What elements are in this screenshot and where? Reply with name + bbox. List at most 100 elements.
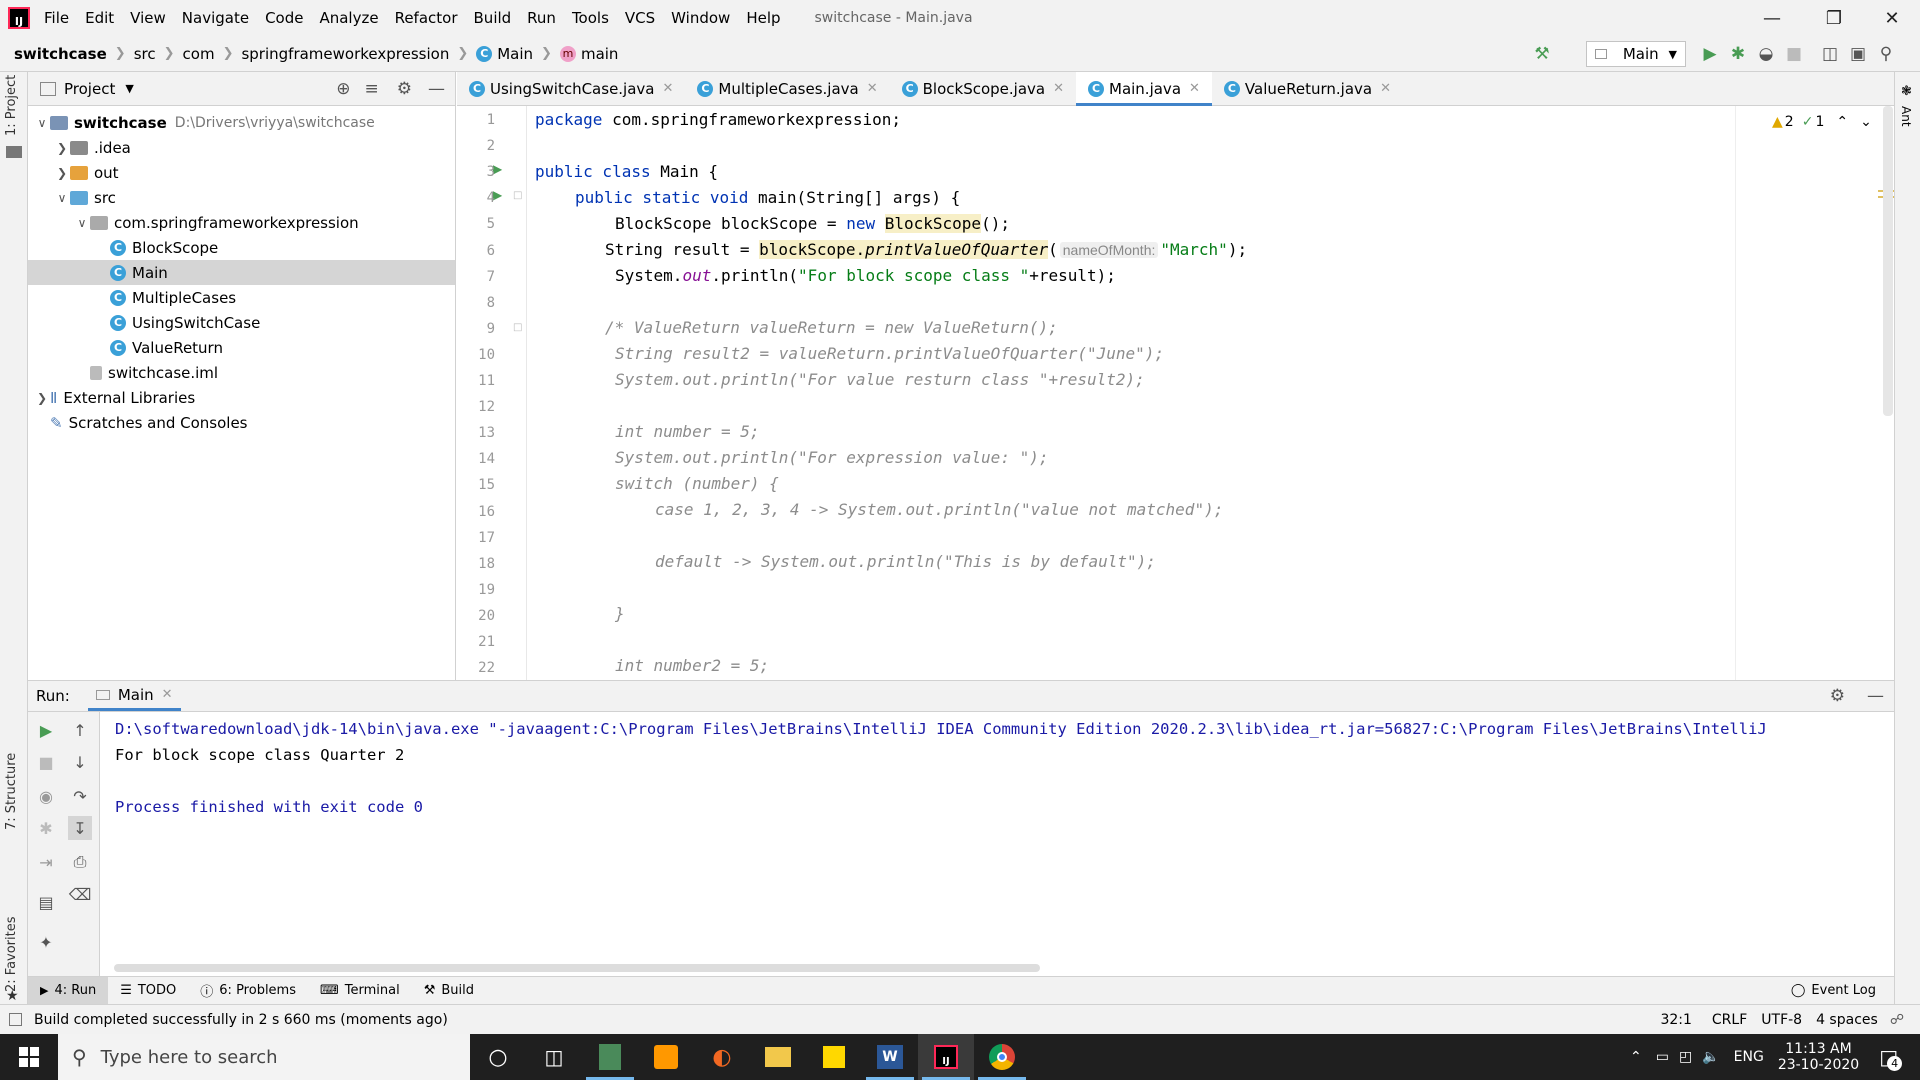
close-window-button[interactable]: ✕: [1864, 0, 1920, 36]
tree-item[interactable]: ❯ Ⅱ External Libraries: [28, 385, 455, 410]
gear-icon[interactable]: ⚙: [1830, 686, 1845, 706]
editor-tab[interactable]: C UsingSwitchCase.java ✕: [457, 72, 685, 105]
todo-tool-tab[interactable]: ☰ TODO: [108, 977, 188, 1005]
locate-icon[interactable]: ⊕: [336, 79, 350, 99]
close-icon[interactable]: ✕: [1380, 81, 1391, 96]
hide-panel-icon[interactable]: —: [1867, 686, 1884, 706]
editor-scrollbar[interactable]: [1883, 106, 1893, 416]
tree-item[interactable]: switchcase.iml: [28, 360, 455, 385]
debug-icon[interactable]: ✱: [34, 816, 58, 840]
console-horizontal-scrollbar[interactable]: [114, 964, 1040, 972]
console-output[interactable]: D:\softwaredownload\jdk-14\bin\java.exe …: [100, 712, 1894, 976]
chrome-app-icon[interactable]: [974, 1034, 1030, 1080]
ant-tool-button[interactable]: Ant: [1899, 106, 1913, 127]
search-icon[interactable]: ⚲: [1872, 40, 1900, 68]
menu-tools[interactable]: Tools: [572, 9, 609, 27]
close-icon[interactable]: ✕: [867, 81, 878, 96]
tree-item[interactable]: C MultipleCases: [28, 285, 455, 310]
menu-edit[interactable]: Edit: [85, 9, 114, 27]
gear-icon[interactable]: ⚙: [397, 79, 412, 99]
menu-refactor[interactable]: Refactor: [395, 9, 458, 27]
editor-tab[interactable]: C MultipleCases.java ✕: [685, 72, 889, 105]
close-icon[interactable]: ✕: [1189, 81, 1200, 96]
terminal-tool-tab[interactable]: ⌨ Terminal: [308, 977, 412, 1005]
sublime-app-icon[interactable]: [638, 1034, 694, 1080]
project-tool-button[interactable]: 1: Project: [4, 75, 19, 136]
windows-start-icon[interactable]: [0, 1034, 58, 1080]
close-icon[interactable]: ✕: [162, 687, 173, 702]
build-hammer-icon[interactable]: ⚒: [1528, 40, 1556, 68]
breadcrumb-package[interactable]: springframeworkexpression: [241, 45, 449, 63]
tree-item[interactable]: ∨ switchcase D:\Drivers\vriyya\switchcase: [28, 110, 455, 135]
chevron-down-icon[interactable]: ∨: [54, 191, 70, 205]
arrow-up-icon[interactable]: ↑: [68, 718, 92, 742]
run-tab-main[interactable]: Main ✕: [87, 681, 181, 711]
menu-file[interactable]: File: [44, 9, 69, 27]
word-app-icon[interactable]: W: [862, 1034, 918, 1080]
minimize-button[interactable]: —: [1744, 0, 1800, 36]
run-tool-tab[interactable]: ▶ 4: Run: [28, 976, 109, 1005]
task-view-icon[interactable]: ◫: [526, 1034, 582, 1080]
tree-item[interactable]: C UsingSwitchCase: [28, 310, 455, 335]
tree-item[interactable]: ∨ src: [28, 185, 455, 210]
arrow-down-icon[interactable]: ↓: [68, 750, 92, 774]
stop-icon[interactable]: ■: [34, 750, 58, 774]
coverage-icon[interactable]: ◒: [1752, 40, 1780, 68]
stop-icon[interactable]: ■: [1780, 40, 1808, 68]
favorites-tool-button[interactable]: 2: Favorites: [4, 916, 19, 992]
fold-icon[interactable]: □: [513, 322, 522, 333]
breadcrumb-src[interactable]: src: [134, 45, 156, 63]
tree-item[interactable]: C ValueReturn: [28, 335, 455, 360]
input-language[interactable]: ENG: [1734, 1049, 1764, 1065]
print-icon[interactable]: ⎙: [68, 850, 92, 874]
rerun-icon[interactable]: ▶: [34, 718, 58, 742]
file-explorer-app-icon[interactable]: [750, 1034, 806, 1080]
project-panel-title[interactable]: Project: [64, 80, 115, 98]
login-icon[interactable]: ⇥: [34, 850, 58, 874]
lock-icon[interactable]: ☍: [1890, 1012, 1904, 1028]
search-everywhere-frame-icon[interactable]: ▣: [1844, 40, 1872, 68]
menu-help[interactable]: Help: [746, 9, 780, 27]
menu-view[interactable]: View: [130, 9, 166, 27]
status-message[interactable]: Build completed successfully in 2 s 660 …: [34, 1012, 448, 1028]
event-log-tool-tab[interactable]: ◯ Event Log: [1779, 977, 1888, 1005]
menu-navigate[interactable]: Navigate: [182, 9, 249, 27]
status-toggle-icon[interactable]: [9, 1013, 22, 1026]
chevron-down-icon[interactable]: ▼: [125, 82, 133, 95]
problems-tool-tab[interactable]: ⓘ 6: Problems: [188, 977, 308, 1005]
volume-icon[interactable]: 🔈: [1702, 1049, 1719, 1065]
close-icon[interactable]: ✕: [1053, 81, 1064, 96]
tree-item[interactable]: C Main: [28, 260, 455, 285]
tree-item[interactable]: ❯ .idea: [28, 135, 455, 160]
chevron-down-icon[interactable]: ∨: [34, 116, 50, 130]
menu-window[interactable]: Window: [671, 9, 730, 27]
chevron-up-icon[interactable]: ⌃: [1836, 114, 1848, 130]
taskbar-search-input[interactable]: ⚲ Type here to search: [58, 1034, 470, 1080]
breadcrumb-method[interactable]: m main: [559, 45, 618, 63]
calculator-app-icon[interactable]: [582, 1034, 638, 1080]
chevron-right-icon[interactable]: ❯: [54, 166, 70, 180]
trash-icon[interactable]: ⌫: [68, 882, 92, 906]
line-separator[interactable]: CRLF: [1712, 1012, 1747, 1028]
run-icon[interactable]: ▶: [1696, 40, 1724, 68]
notification-center-icon[interactable]: □4: [1879, 1045, 1903, 1071]
inspections-widget[interactable]: ▲ 2 ✓ 1 ⌃ ⌄: [1772, 114, 1872, 130]
chevron-right-icon[interactable]: ❯: [34, 391, 50, 405]
breadcrumb-project[interactable]: switchcase: [14, 45, 107, 63]
camera-icon[interactable]: ◉: [34, 784, 58, 808]
cortana-icon[interactable]: ○: [470, 1034, 526, 1080]
chevron-down-icon[interactable]: ⌄: [1860, 114, 1872, 130]
file-encoding[interactable]: UTF-8: [1761, 1012, 1802, 1028]
chevron-down-icon[interactable]: ∨: [74, 216, 90, 230]
tree-item[interactable]: C BlockScope: [28, 235, 455, 260]
editor-tab[interactable]: C ValueReturn.java ✕: [1212, 72, 1403, 105]
build-tool-tab[interactable]: ⚒ Build: [412, 977, 486, 1005]
menu-run[interactable]: Run: [527, 9, 556, 27]
tree-item[interactable]: ❯ out: [28, 160, 455, 185]
intellij-app-icon[interactable]: IJ: [918, 1034, 974, 1080]
scroll-to-end-icon[interactable]: ↧: [68, 816, 92, 840]
code-editor[interactable]: package com.springframeworkexpression; p…: [527, 106, 1735, 680]
menu-code[interactable]: Code: [265, 9, 303, 27]
pin-icon[interactable]: ✦: [34, 930, 58, 954]
network-icon[interactable]: ◰: [1679, 1049, 1692, 1065]
